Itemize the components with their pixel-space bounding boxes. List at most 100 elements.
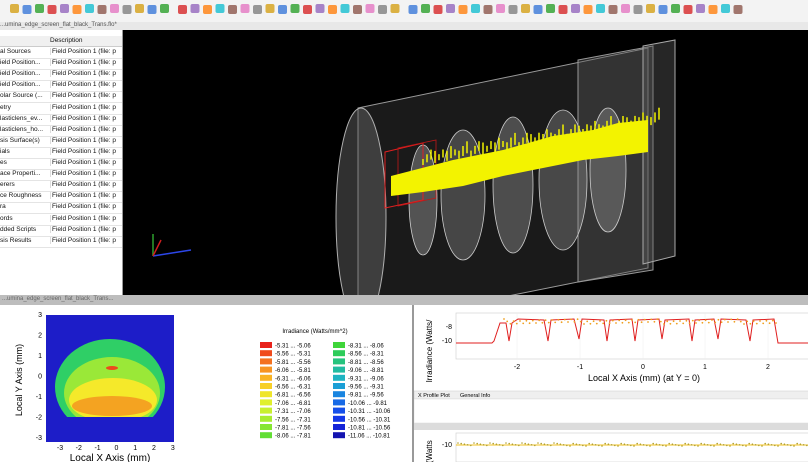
toolbar-button-icon[interactable] xyxy=(733,5,743,14)
map-ylabel: Local Y Axis (mm) xyxy=(14,344,24,416)
toolbar-button-icon[interactable] xyxy=(328,5,337,14)
toolbar-button-icon[interactable] xyxy=(122,5,132,14)
tree-item-description: Field Position 1 (file: p xyxy=(50,170,122,178)
y-profile-ylabel: ce (Watts xyxy=(425,440,434,462)
toolbar-button-icon[interactable] xyxy=(147,5,157,14)
legend-label: -10.06 ... -9.81 xyxy=(348,401,388,407)
toolbar-icons[interactable] xyxy=(0,0,808,22)
toolbar-button-icon[interactable] xyxy=(683,5,693,14)
toolbar-button-icon[interactable] xyxy=(253,5,262,14)
description-header: Description xyxy=(50,37,83,44)
toolbar-button-icon[interactable] xyxy=(721,4,730,13)
y-profile-ytick: -10 xyxy=(442,442,452,449)
toolbar-button-icon[interactable] xyxy=(708,5,718,14)
toolbar-button-icon[interactable] xyxy=(558,5,568,14)
toolbar-button-icon[interactable] xyxy=(85,4,94,13)
toolbar-button-icon[interactable] xyxy=(571,4,580,13)
legend-label: -8.31 ... -8.06 xyxy=(348,344,384,350)
tree-item-description: Field Position 1 (file: p xyxy=(50,81,122,89)
toolbar-button-icon[interactable] xyxy=(646,4,655,13)
toolbar-button-icon[interactable] xyxy=(658,5,668,14)
tree-item-name: sis Results xyxy=(0,236,32,244)
toolbar-button-icon[interactable] xyxy=(60,4,69,13)
toolbar-button-icon[interactable] xyxy=(190,4,200,13)
toolbar-button-icon[interactable] xyxy=(315,4,325,13)
map-ytick-label: 0 xyxy=(38,374,42,381)
toolbar-button-icon[interactable] xyxy=(203,5,212,14)
toolbar-button-icon[interactable] xyxy=(483,5,493,14)
legend-swatch xyxy=(260,432,272,439)
toolbar-button-icon[interactable] xyxy=(696,4,705,13)
irradiance-mask-bottom xyxy=(46,417,174,442)
y-profile-plot-area xyxy=(455,432,808,463)
x-profile-ylabel: Irradiance (Watts/ xyxy=(425,319,434,383)
tree-item-description: Field Position 1 (file: p xyxy=(50,203,122,211)
toolbar-button-icon[interactable] xyxy=(290,4,300,13)
x-profile-xtick: -2 xyxy=(514,364,520,371)
toolbar-button-icon[interactable] xyxy=(215,4,225,13)
toolbar-button-icon[interactable] xyxy=(47,5,57,14)
legend-label: -10.31 ... -10.06 xyxy=(348,409,391,415)
toolbar-button-icon[interactable] xyxy=(458,5,468,14)
toolbar-button-icon[interactable] xyxy=(35,4,44,13)
toolbar-button-icon[interactable] xyxy=(433,5,443,14)
toolbar-button-icon[interactable] xyxy=(240,4,250,13)
x-profile-xtick: 1 xyxy=(703,364,707,371)
toolbar-button-icon[interactable] xyxy=(303,5,312,14)
map-xtick-label: 3 xyxy=(171,445,175,452)
toolbar-button-icon[interactable] xyxy=(471,4,480,13)
legend-swatch xyxy=(333,366,345,373)
toolbar-button-icon[interactable] xyxy=(408,5,418,14)
toolbar-button-icon[interactable] xyxy=(178,5,187,14)
legend-swatch xyxy=(260,342,272,348)
tree-item-description: Field Position 1 (file: p xyxy=(50,159,122,166)
toolbar-button-icon[interactable] xyxy=(97,5,107,14)
legend-swatch xyxy=(260,358,272,365)
tree-item-name: ield Position... xyxy=(0,59,41,67)
legend-label: -7.31 ... -7.06 xyxy=(275,409,311,415)
toolbar-button-icon[interactable] xyxy=(72,5,82,14)
legend-label: -7.06 ... -6.81 xyxy=(275,401,311,407)
tree-item-description: Field Position 1 (file: p xyxy=(50,147,122,155)
toolbar-button-icon[interactable] xyxy=(378,5,387,14)
toolbar-button-icon[interactable] xyxy=(228,5,237,14)
toolbar-button-icon[interactable] xyxy=(421,4,430,13)
toolbar-button-icon[interactable] xyxy=(583,5,593,14)
toolbar-button-icon[interactable] xyxy=(671,4,680,13)
toolbar-button-icon[interactable] xyxy=(496,4,505,13)
toolbar-button-icon[interactable] xyxy=(633,5,643,14)
tree-item-description: Field Position 1 (file: p xyxy=(50,70,122,78)
toolbar-button-icon[interactable] xyxy=(521,4,530,13)
3d-viewport[interactable] xyxy=(123,30,808,295)
toolbar-button-icon[interactable] xyxy=(265,4,275,13)
legend-label: -11.06 ... -10.81 xyxy=(348,434,391,440)
legend-label: -6.06 ... -5.81 xyxy=(275,368,311,374)
toolbar-button-icon[interactable] xyxy=(160,4,169,13)
toolbar-button-icon[interactable] xyxy=(608,5,618,14)
toolbar-button-icon[interactable] xyxy=(278,5,287,14)
toolbar-button-icon[interactable] xyxy=(365,4,375,13)
toolbar-button-icon[interactable] xyxy=(546,4,555,13)
toolbar-button-icon[interactable] xyxy=(533,5,543,14)
axis-y xyxy=(152,239,162,257)
toolbar-button-icon[interactable] xyxy=(22,5,32,14)
toolbar-button-icon[interactable] xyxy=(446,4,455,13)
toolbar-button-icon[interactable] xyxy=(621,4,630,13)
toolbar-button-icon[interactable] xyxy=(110,4,119,13)
tree-item-name: ace Properti... xyxy=(0,170,41,178)
tree-row[interactable]: sis Results Field Position 1 (file: p xyxy=(0,236,122,248)
legend-swatch xyxy=(333,342,345,348)
toolbar-button-icon[interactable] xyxy=(390,4,400,13)
map-ytick-label: 2 xyxy=(38,333,42,340)
legend-label: -10.56 ... -10.31 xyxy=(348,417,391,423)
toolbar-button-icon[interactable] xyxy=(508,5,518,14)
analysis-window-titlebar: ...umina_edge_screen_flat_black_Trans... xyxy=(0,295,808,305)
toolbar-button-icon[interactable] xyxy=(135,4,144,13)
x-profile-ytick: -8 xyxy=(446,324,452,331)
toolbar-button-icon[interactable] xyxy=(340,4,350,13)
toolbar-button-icon[interactable] xyxy=(353,5,362,14)
toolbar-button-icon[interactable] xyxy=(596,4,605,13)
legend-title: Irradiance (Watts/mm^2) xyxy=(282,329,347,335)
toolbar-button-icon[interactable] xyxy=(10,4,19,13)
legend-swatch xyxy=(333,391,345,398)
